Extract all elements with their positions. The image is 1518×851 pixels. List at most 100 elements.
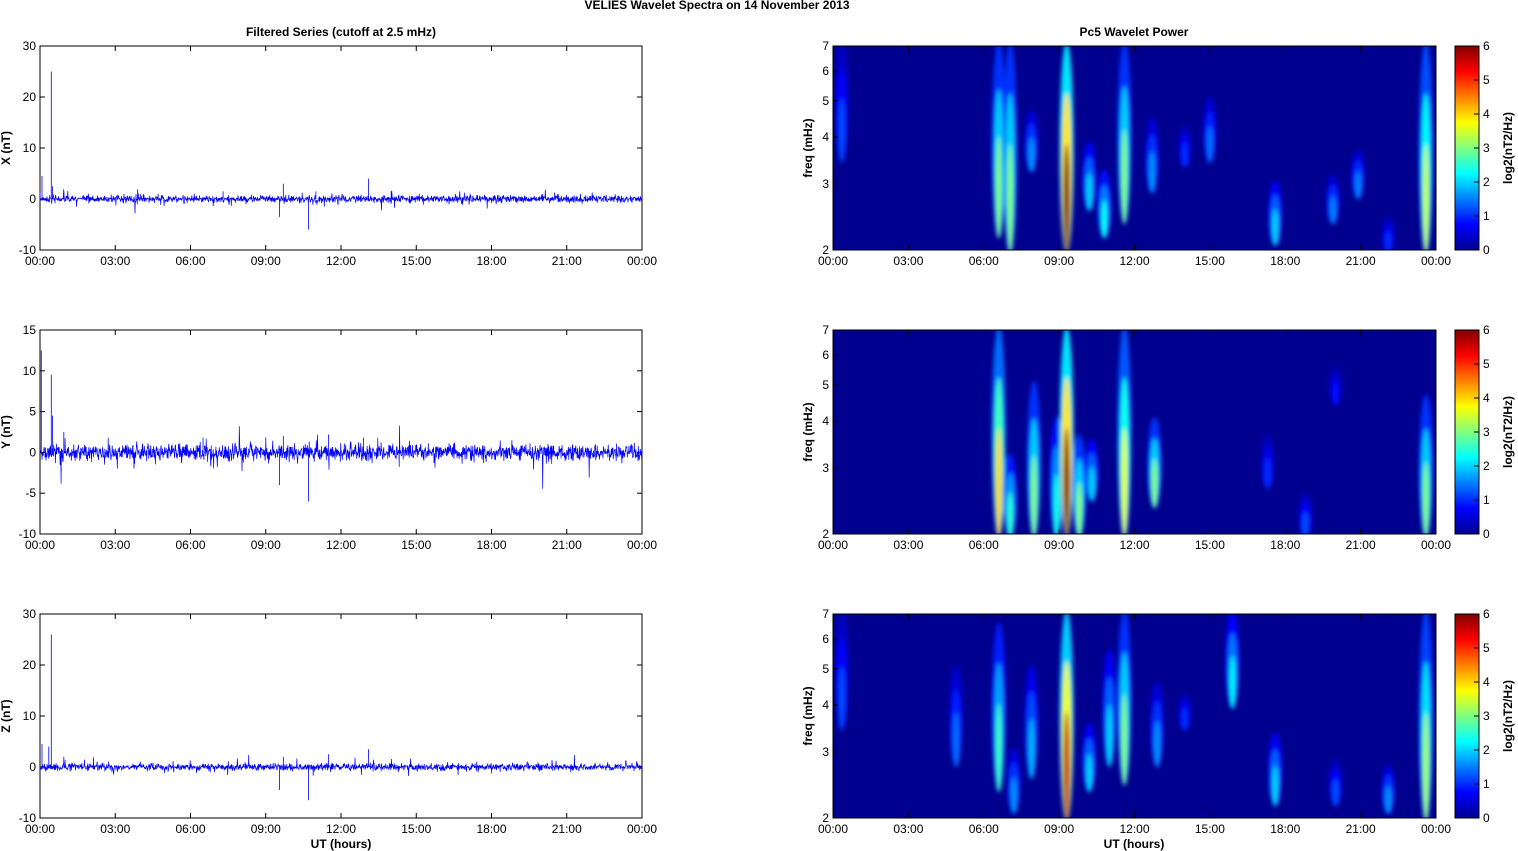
power-streak	[1063, 144, 1070, 250]
wavelet-panel-1: 7 6 5 4 3 2 00:00 03:00 06:00 09:00 12:00 15:00 18:0…	[801, 39, 1515, 268]
x-tick-label: 00:00	[627, 254, 657, 268]
power-streak	[1272, 209, 1279, 247]
x-tick-label: 03:00	[100, 254, 130, 268]
y-axis-label: Z (nT)	[0, 699, 13, 732]
x-tick-label: 18:00	[476, 254, 506, 268]
power-streak	[1154, 720, 1161, 768]
x-tick-label: 00:00	[627, 822, 657, 836]
x-tick-label: 21:00	[552, 254, 582, 268]
y-tick-label: 5	[822, 378, 829, 392]
x-tick-label: 00:00	[1421, 538, 1451, 552]
power-streak	[1121, 129, 1128, 225]
power-streak	[1063, 712, 1070, 818]
power-streak	[1422, 462, 1429, 534]
power-streak	[1063, 428, 1070, 534]
colorbar-tick-label: 1	[1483, 777, 1490, 791]
colorbar-tick-label: 0	[1483, 811, 1490, 825]
y-tick-label: 0	[29, 192, 36, 206]
x-tick-label: 00:00	[627, 538, 657, 552]
timeseries-panel-y: 151050-5-1000:00 03:00 06:00 09:00 12:00 15:0…	[0, 323, 657, 552]
colorbar-tick-label: 5	[1483, 73, 1490, 87]
y-axis-label: Y (nT)	[0, 415, 13, 449]
timeseries-panel-z: 3020100-1000:00 03:00 06:00 09:00 12:00 15:00…	[0, 607, 657, 836]
colorbar-tick-label: 2	[1483, 743, 1490, 757]
x-tick-label: 00:00	[818, 538, 848, 552]
y-tick-label: 30	[23, 607, 37, 621]
figure-title: VELIES Wavelet Spectra on 14 November 20…	[584, 0, 849, 12]
power-streak	[1264, 457, 1271, 490]
x-tick-label: 12:00	[1119, 822, 1149, 836]
power-streak	[1329, 195, 1336, 225]
y-tick-label: 3	[822, 177, 829, 191]
x-tick-label: 03:00	[100, 822, 130, 836]
power-streak	[953, 712, 960, 768]
x-tick-label: 06:00	[969, 538, 999, 552]
x-tick-label: 06:00	[175, 822, 205, 836]
colorbar-tick-label: 1	[1483, 493, 1490, 507]
x-tick-label: 00:00	[25, 822, 55, 836]
power-streak	[1086, 172, 1093, 212]
colorbar-tick-label: 3	[1483, 141, 1490, 155]
power-streak	[1181, 708, 1188, 731]
heatmap-background	[833, 330, 1436, 534]
power-streak	[1181, 142, 1188, 168]
colorbar-tick-label: 4	[1483, 391, 1490, 405]
y-tick-label: 7	[822, 323, 829, 337]
x-tick-label: 09:00	[1044, 254, 1074, 268]
x-tick-label: 06:00	[969, 254, 999, 268]
x-tick-label: 03:00	[893, 254, 923, 268]
x-tick-label: 15:00	[1195, 254, 1225, 268]
figure: VELIES Wavelet Spectra on 14 November 20…	[0, 0, 1515, 851]
x-tick-label: 00:00	[1421, 822, 1451, 836]
colorbar-label: log2(nT2/Hz)	[1501, 680, 1515, 752]
colorbar-tick-label: 3	[1483, 709, 1490, 723]
power-streak	[995, 428, 1002, 534]
colorbar-tick-label: 2	[1483, 459, 1490, 473]
power-streak	[1332, 381, 1339, 406]
power-streak	[995, 136, 1002, 239]
x-tick-label: 00:00	[25, 538, 55, 552]
x-tick-label: 12:00	[326, 254, 356, 268]
x-tick-label: 09:00	[251, 822, 281, 836]
y-tick-label: 4	[822, 130, 829, 144]
y-tick-label: 7	[822, 39, 829, 53]
power-streak	[1086, 753, 1093, 793]
colorbar-tick-label: 0	[1483, 527, 1490, 541]
x-tick-label: 00:00	[818, 254, 848, 268]
y-tick-label: 30	[23, 39, 37, 53]
y-tick-label: 20	[23, 90, 37, 104]
x-tick-label: 18:00	[1270, 822, 1300, 836]
y-tick-label: 6	[822, 64, 829, 78]
power-streak	[1053, 473, 1060, 534]
colorbar-tick-label: 4	[1483, 675, 1490, 689]
y-tick-label: 15	[23, 323, 37, 337]
colorbar-tick-label: 4	[1483, 107, 1490, 121]
power-streak	[838, 98, 845, 163]
heatmap-background	[833, 46, 1436, 250]
x-tick-label: 21:00	[1346, 822, 1376, 836]
x-tick-label: 15:00	[401, 822, 431, 836]
power-streak	[1088, 466, 1095, 502]
power-streak	[1031, 455, 1037, 534]
x-tick-label: 09:00	[1044, 538, 1074, 552]
colorbar-tick-label: 2	[1483, 175, 1490, 189]
power-streak	[1007, 144, 1014, 250]
y-tick-label: 6	[822, 348, 829, 362]
x-tick-label: 12:00	[326, 538, 356, 552]
power-streak	[1076, 482, 1083, 534]
x-tick-label: 03:00	[100, 538, 130, 552]
y-tick-label: 10	[23, 364, 37, 378]
x-tick-label: 18:00	[476, 822, 506, 836]
power-streak	[1385, 231, 1392, 250]
x-tick-label: 09:00	[251, 538, 281, 552]
colorbar-label: log2(nT2/Hz)	[1501, 112, 1515, 184]
x-tick-label: 21:00	[552, 538, 582, 552]
power-streak	[1422, 712, 1429, 818]
x-tick-label: 21:00	[552, 822, 582, 836]
power-streak	[1332, 778, 1339, 807]
power-streak	[1121, 693, 1128, 786]
power-streak	[995, 703, 1002, 793]
x-tick-label: 09:00	[251, 254, 281, 268]
y-tick-label: 7	[822, 607, 829, 621]
x-tick-label: 18:00	[1270, 254, 1300, 268]
